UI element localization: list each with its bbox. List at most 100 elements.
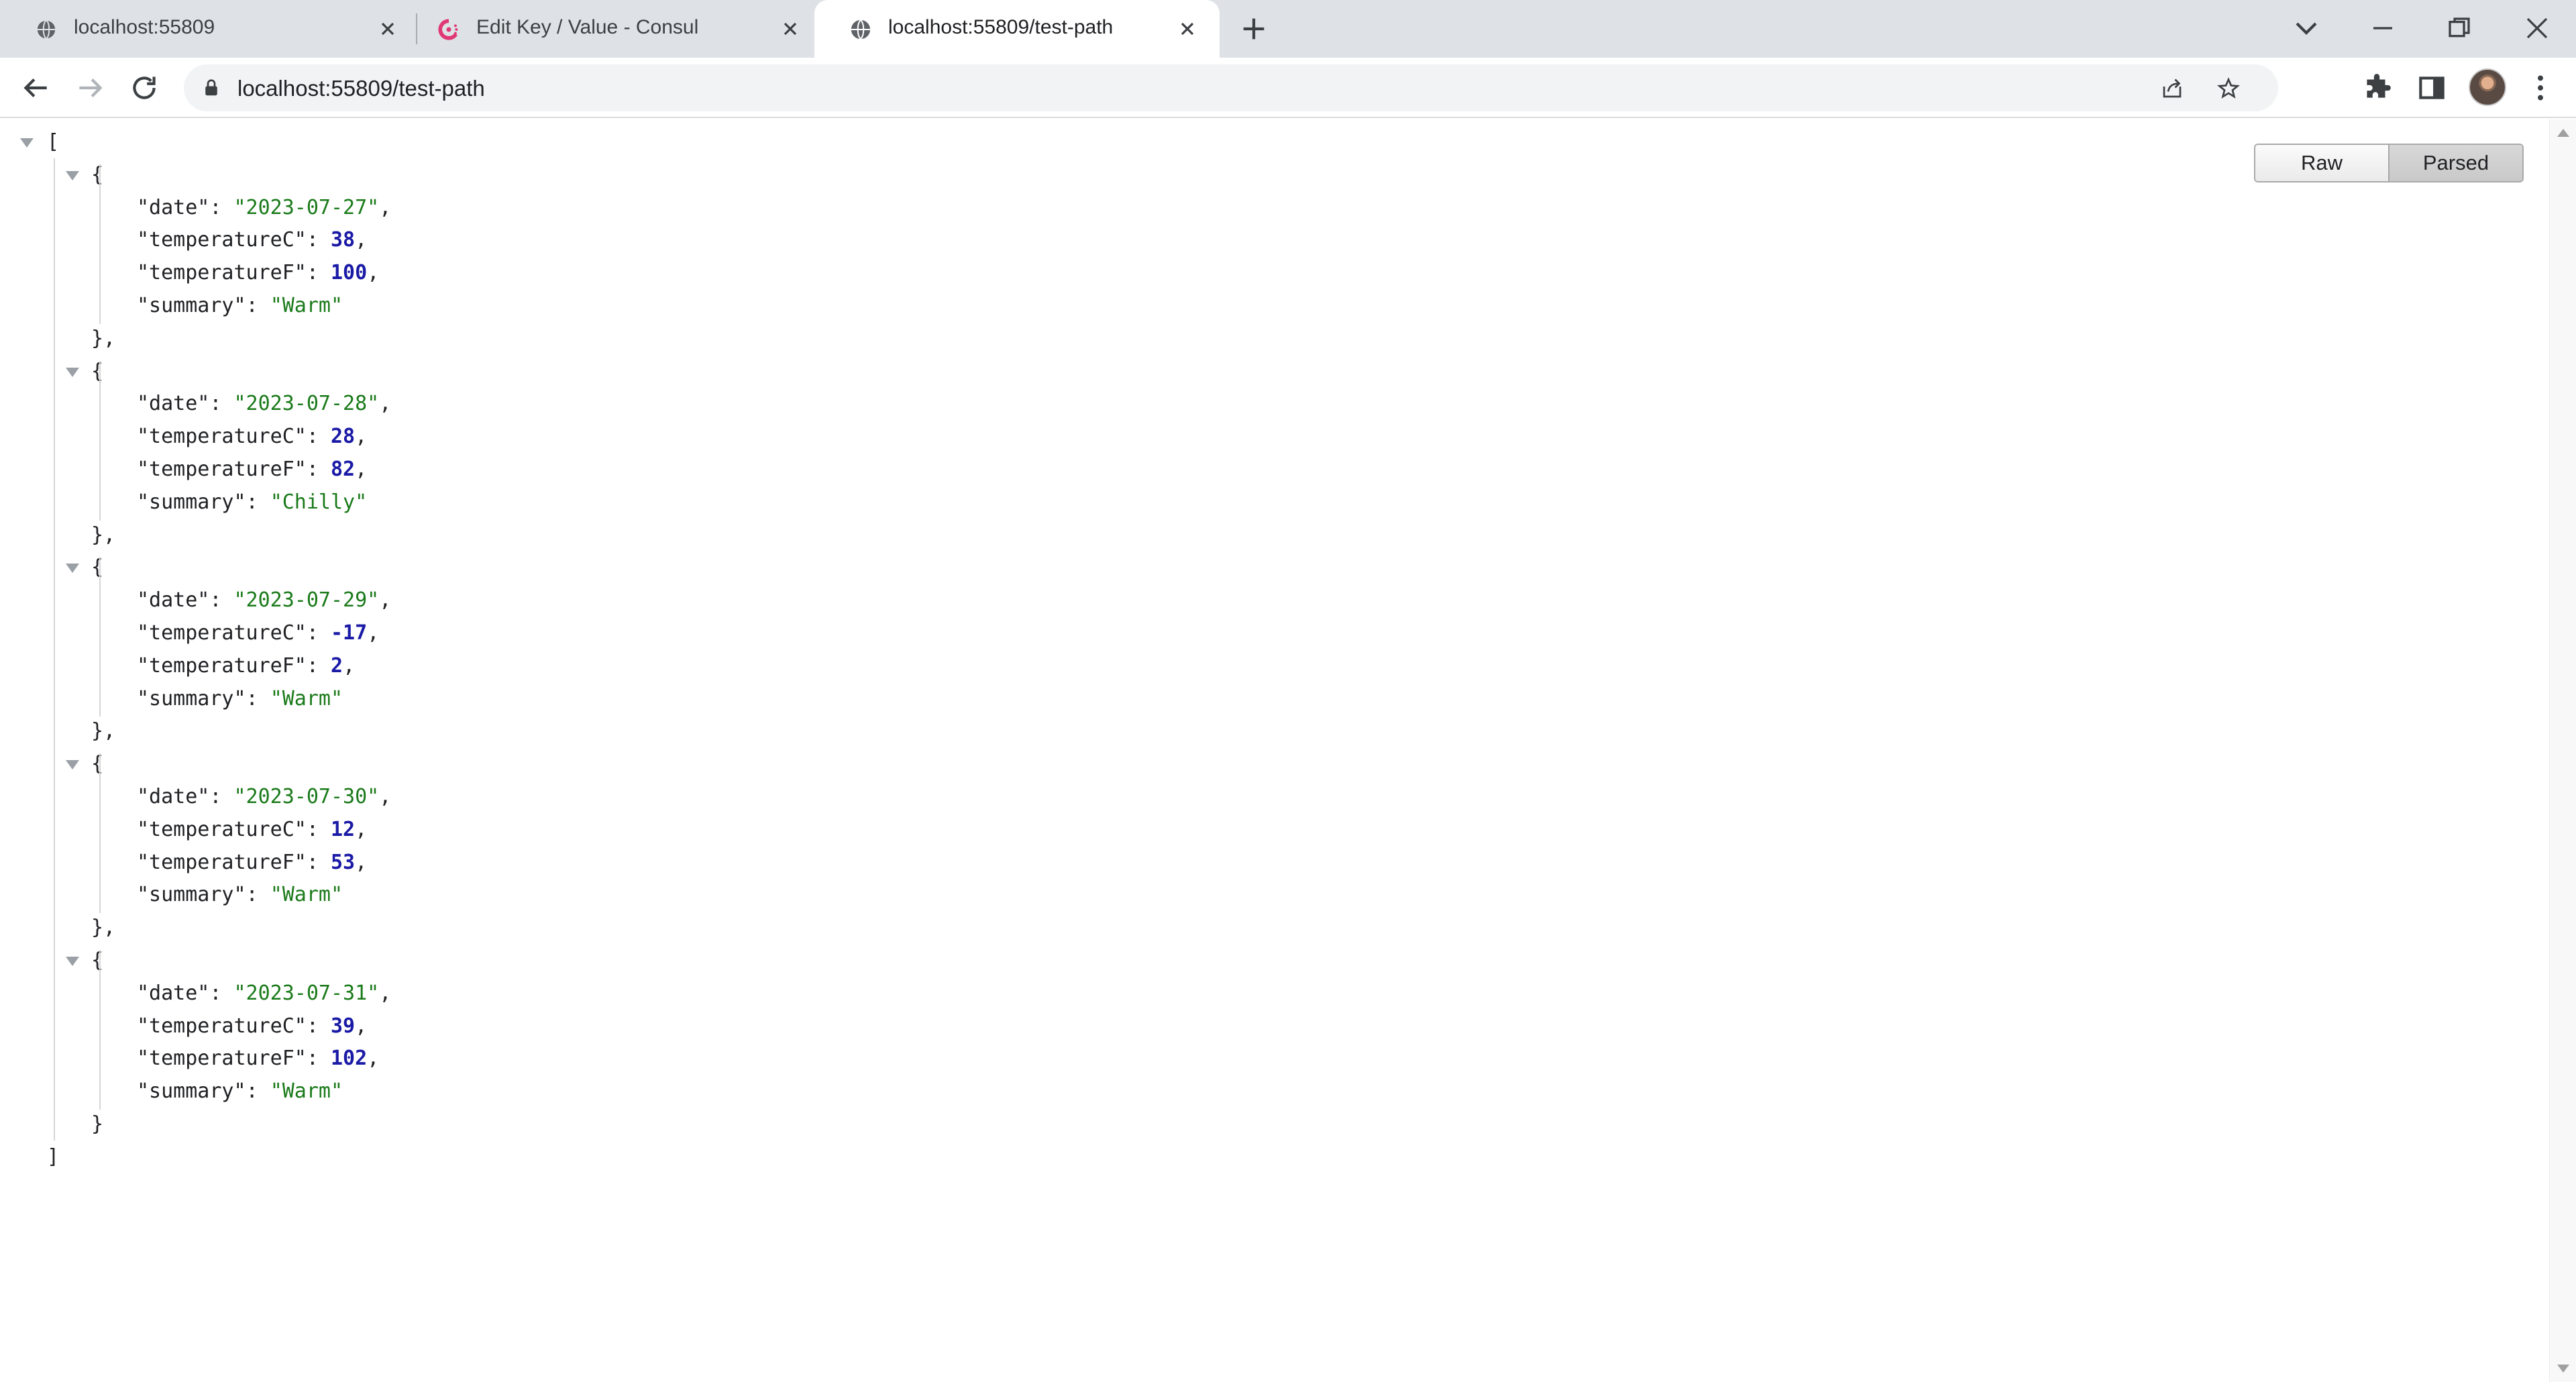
raw-button[interactable]: Raw xyxy=(2255,145,2388,181)
tab-test-path[interactable]: localhost:55809/test-path xyxy=(814,0,1220,58)
tab-consul[interactable]: Edit Key / Value - Consul xyxy=(402,0,814,58)
json-property: "temperatureF": 82, xyxy=(137,458,368,481)
json-number-value: 38 xyxy=(331,228,356,252)
json-object-close: }, xyxy=(91,523,116,547)
scroll-up-arrow-icon[interactable] xyxy=(2557,129,2569,137)
json-string-value: "2023-07-29" xyxy=(233,588,380,613)
json-key: "date" xyxy=(137,195,210,219)
parsed-button[interactable]: Parsed xyxy=(2388,145,2522,181)
close-icon[interactable] xyxy=(1177,18,1198,40)
json-open-bracket: [ xyxy=(47,130,60,154)
url-text[interactable]: localhost:55809/test-path xyxy=(237,76,485,101)
json-string-value: "2023-07-30" xyxy=(233,785,380,808)
json-string-value: "Warm" xyxy=(270,686,343,710)
json-object-close: } xyxy=(91,1112,104,1136)
json-key: "temperatureF" xyxy=(137,850,307,874)
json-property: "summary": "Warm" xyxy=(137,294,343,317)
json-object-close: }, xyxy=(91,719,116,743)
close-window-button[interactable] xyxy=(2518,9,2556,47)
extensions-puzzle-icon[interactable] xyxy=(2360,71,2394,105)
profile-avatar[interactable] xyxy=(2469,68,2506,106)
page-content: [ { "date": "2023-07-27", "temperatureC": 3… xyxy=(0,119,2549,1382)
json-key: "temperatureF" xyxy=(137,261,307,285)
json-key: "temperatureF" xyxy=(137,458,307,481)
side-panel-icon[interactable] xyxy=(2415,71,2449,105)
json-string-value: "2023-07-28" xyxy=(233,392,380,416)
json-key: "summary" xyxy=(137,294,246,317)
collapse-toggle-icon[interactable] xyxy=(66,760,79,770)
json-string-value: "Warm" xyxy=(270,883,343,907)
json-number-value: -17 xyxy=(331,621,368,645)
json-object-open: { xyxy=(91,162,104,187)
collapse-toggle-icon[interactable] xyxy=(66,564,79,574)
indent-guide xyxy=(99,753,101,914)
json-key: "summary" xyxy=(137,1079,246,1104)
json-property: "temperatureF": 100, xyxy=(137,261,380,285)
json-number-value: 39 xyxy=(331,1014,356,1038)
globe-icon xyxy=(851,19,871,40)
json-object-open: { xyxy=(91,752,104,776)
json-key: "temperatureC" xyxy=(137,1014,307,1038)
json-string-value: "2023-07-31" xyxy=(233,981,380,1005)
json-number-value: 28 xyxy=(331,425,356,449)
json-key: "summary" xyxy=(137,490,246,514)
indent-guide xyxy=(99,557,101,717)
bookmark-star-icon[interactable] xyxy=(2216,76,2241,101)
address-bar[interactable]: localhost:55809/test-path xyxy=(184,64,2278,111)
json-number-value: 102 xyxy=(331,1047,368,1071)
json-number-value: 82 xyxy=(331,458,356,481)
indent-guide xyxy=(99,164,101,324)
json-key: "temperatureC" xyxy=(137,817,307,841)
scroll-down-arrow-icon[interactable] xyxy=(2557,1365,2569,1373)
indent-guide xyxy=(54,158,55,1140)
json-key: "temperatureF" xyxy=(137,1047,307,1071)
json-property: "date": "2023-07-28", xyxy=(137,392,392,416)
json-property: "date": "2023-07-29", xyxy=(137,588,392,613)
forward-button[interactable] xyxy=(74,71,107,105)
json-number-value: 53 xyxy=(331,850,356,874)
json-property: "temperatureC": 38, xyxy=(137,228,368,252)
json-property: "temperatureC": 39, xyxy=(137,1014,368,1038)
close-icon[interactable] xyxy=(780,18,801,40)
collapse-toggle-icon[interactable] xyxy=(66,957,79,966)
json-string-value: "Chilly" xyxy=(270,490,368,514)
tab-localhost[interactable]: localhost:55809 xyxy=(0,0,416,58)
json-string-value: "Warm" xyxy=(270,294,343,317)
json-key: "date" xyxy=(137,981,210,1005)
close-icon[interactable] xyxy=(377,18,398,40)
collapse-toggle-icon[interactable] xyxy=(20,138,34,148)
json-object-close: }, xyxy=(91,326,116,350)
json-property: "summary": "Warm" xyxy=(137,1079,343,1104)
collapse-toggle-icon[interactable] xyxy=(66,367,79,377)
json-property: "summary": "Chilly" xyxy=(137,490,368,514)
globe-icon xyxy=(36,19,57,40)
json-property: "temperatureC": 28, xyxy=(137,425,368,449)
minimize-button[interactable] xyxy=(2364,9,2402,47)
consul-icon xyxy=(438,19,458,40)
more-menu-icon[interactable] xyxy=(2524,71,2557,105)
tab-title: localhost:55809 xyxy=(74,16,215,38)
json-key: "temperatureC" xyxy=(137,228,307,252)
json-property: "temperatureF": 53, xyxy=(137,850,368,874)
vertical-scrollbar[interactable] xyxy=(2549,119,2576,1382)
reload-button[interactable] xyxy=(127,71,161,105)
lock-icon[interactable] xyxy=(201,78,221,98)
json-property: "summary": "Warm" xyxy=(137,686,343,710)
tab-strip: localhost:55809 Edit Key / Value - Consu… xyxy=(0,0,2576,58)
json-property: "date": "2023-07-30", xyxy=(137,785,392,808)
indent-guide xyxy=(99,360,101,521)
collapse-toggle-icon[interactable] xyxy=(66,170,79,180)
json-property: "date": "2023-07-27", xyxy=(137,195,392,219)
json-property: "temperatureF": 2, xyxy=(137,653,356,678)
tab-title: localhost:55809/test-path xyxy=(888,16,1114,38)
json-object-open: { xyxy=(91,555,104,580)
json-string-value: "Warm" xyxy=(270,1079,343,1104)
restore-button[interactable] xyxy=(2440,9,2478,47)
json-object-open: { xyxy=(91,359,104,383)
json-object-open: { xyxy=(91,949,104,972)
tab-search-chevron-icon[interactable] xyxy=(2288,9,2325,47)
share-icon[interactable] xyxy=(2160,76,2184,101)
new-tab-button[interactable] xyxy=(1238,13,1269,44)
json-close-bracket: ] xyxy=(47,1145,60,1169)
back-button[interactable] xyxy=(19,71,52,105)
